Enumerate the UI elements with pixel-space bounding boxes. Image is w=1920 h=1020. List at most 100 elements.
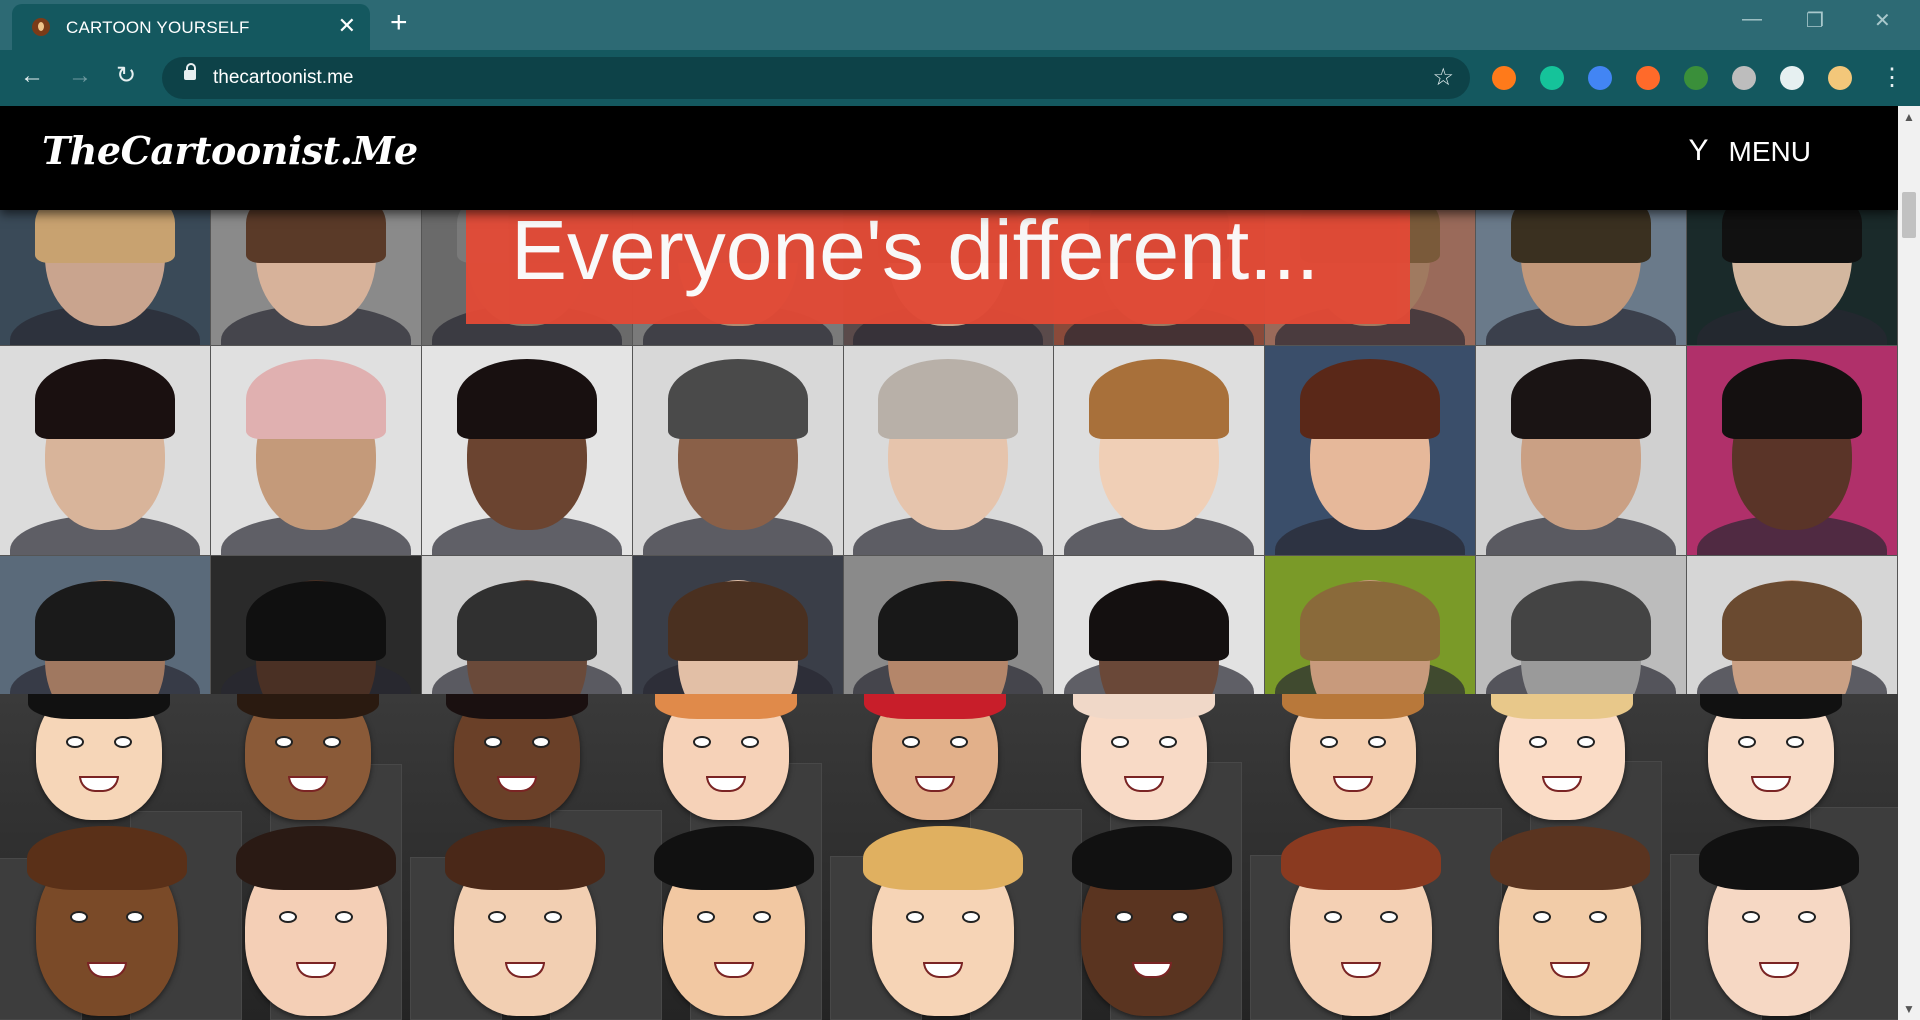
browser-tab[interactable]: CARTOON YOURSELF ✕ [12, 4, 370, 50]
browser-menu-icon[interactable]: ⋮ [1880, 64, 1904, 92]
cartoon-portrait[interactable] [1282, 694, 1424, 820]
cartoon-mouth [505, 961, 545, 978]
portrait-photo [0, 346, 211, 556]
portrait-hair [1300, 581, 1441, 662]
portrait-photo [421, 346, 633, 556]
new-tab-button[interactable]: + [390, 8, 408, 38]
portrait-photo [1476, 346, 1688, 556]
cartoon-eye [1111, 735, 1130, 748]
portrait-hair [245, 358, 386, 439]
scroll-down-icon[interactable]: ▼ [1903, 1002, 1915, 1016]
address-bar[interactable]: thecartoonist.me ☆ [162, 57, 1470, 99]
minimize-window-button[interactable]: — [1742, 8, 1762, 31]
cartoon-eye [906, 910, 925, 923]
portrait-hair [1089, 581, 1230, 662]
portrait-photo [1476, 210, 1688, 346]
cartoon-portrait[interactable] [1699, 825, 1859, 1016]
cartoon-portrait[interactable] [864, 694, 1006, 820]
menu-button[interactable]: Y MENU [1689, 134, 1811, 168]
google-translate-icon[interactable] [1588, 66, 1612, 90]
portrait-hair [1511, 358, 1652, 439]
cartoon-eye [334, 910, 353, 923]
hero-banner: Everyone's different... [466, 203, 1410, 324]
cartoon-eye [1785, 735, 1804, 748]
cartoon-hair [864, 694, 1006, 720]
cartoon-hair [1281, 825, 1441, 891]
portrait-photo [843, 346, 1055, 556]
portrait-photo [1476, 556, 1688, 698]
cartoon-portrait[interactable] [237, 694, 379, 820]
portrait-hair [1722, 210, 1863, 263]
cartoon-portrait[interactable] [28, 694, 170, 820]
portrait-hair [456, 358, 597, 439]
cartoon-portrait[interactable] [863, 825, 1023, 1016]
cartoon-portrait[interactable] [1073, 694, 1215, 820]
cartoon-hair [1700, 694, 1842, 720]
cartoon-eye [1576, 735, 1595, 748]
portrait-hair [1722, 358, 1863, 439]
cartoon-eye [113, 735, 132, 748]
cartoon-portrait[interactable] [1281, 825, 1441, 1016]
portrait-photo [1687, 346, 1898, 556]
cartoon-eye [275, 735, 294, 748]
cartoon-mouth [915, 776, 955, 793]
hero-headline: Everyone's different... [511, 203, 1320, 297]
bookmark-star-icon[interactable]: ☆ [1432, 63, 1454, 92]
puzzle-extensions-icon[interactable] [1780, 66, 1804, 90]
portrait-hair [878, 358, 1019, 439]
cartoon-mouth [1333, 776, 1373, 793]
reload-button[interactable]: ↻ [116, 62, 136, 90]
portrait-photo [1687, 556, 1898, 698]
cartoon-eye [693, 735, 712, 748]
close-tab-icon[interactable]: ✕ [338, 14, 356, 38]
page-scrollbar[interactable]: ▲ ▼ [1898, 106, 1920, 1020]
tab-title: CARTOON YOURSELF [66, 18, 250, 37]
restore-window-button[interactable]: ❐ [1806, 8, 1824, 33]
cartoon-portrait[interactable] [446, 694, 588, 820]
scrollbar-thumb[interactable] [1902, 192, 1916, 238]
portrait-hair [245, 210, 386, 263]
cartoon-mouth [1124, 776, 1164, 793]
portrait-hair [34, 358, 175, 439]
cartoon-portrait[interactable] [1491, 694, 1633, 820]
site-logo[interactable]: TheCartoonist.Me [42, 128, 418, 173]
cartoon-eye [1115, 910, 1134, 923]
circle-extension-icon[interactable] [1732, 66, 1756, 90]
portrait-photo [0, 210, 211, 346]
cartoon-hair [1073, 694, 1215, 720]
cartoon-portrait[interactable] [654, 825, 814, 1016]
portrait-photo [1265, 556, 1477, 698]
portrait-hair [34, 581, 175, 662]
colorful-extension-icon[interactable] [1684, 66, 1708, 90]
cartoon-portrait[interactable] [27, 825, 187, 1016]
cartoon-portrait[interactable] [1700, 694, 1842, 820]
cartoon-eye [484, 735, 503, 748]
forward-button[interactable]: → [68, 62, 92, 90]
cartoon-eye [1170, 910, 1189, 923]
cartoon-eye [752, 910, 771, 923]
cartoon-portrait[interactable] [445, 825, 605, 1016]
cartoon-mouth [1751, 776, 1791, 793]
cartoon-hair [1699, 825, 1859, 891]
url-text[interactable]: thecartoonist.me [213, 67, 353, 89]
close-window-button[interactable]: ✕ [1874, 8, 1891, 33]
cartoon-eye [488, 910, 507, 923]
profile-avatar-icon[interactable] [1828, 66, 1852, 90]
back-button[interactable]: ← [20, 62, 44, 90]
cartoon-mouth [296, 961, 336, 978]
web-page: TheCartoonist.Me Y MENU Everyone's diffe… [0, 106, 1898, 1020]
cartoon-mouth [497, 776, 537, 793]
grammarly-icon[interactable] [1540, 66, 1564, 90]
cartoon-portrait[interactable] [236, 825, 396, 1016]
cartoon-portrait[interactable] [655, 694, 797, 820]
cartoon-portrait[interactable] [1490, 825, 1650, 1016]
megaphone-extension-icon[interactable] [1636, 66, 1660, 90]
portrait-hair [245, 581, 386, 662]
menu-label: MENU [1728, 136, 1811, 167]
infinity-extension-icon[interactable] [1492, 66, 1516, 90]
cartoon-eye [279, 910, 298, 923]
cartoon-eye [949, 735, 968, 748]
scroll-up-icon[interactable]: ▲ [1903, 110, 1915, 124]
cartoon-hair [446, 694, 588, 720]
cartoon-portrait[interactable] [1072, 825, 1232, 1016]
